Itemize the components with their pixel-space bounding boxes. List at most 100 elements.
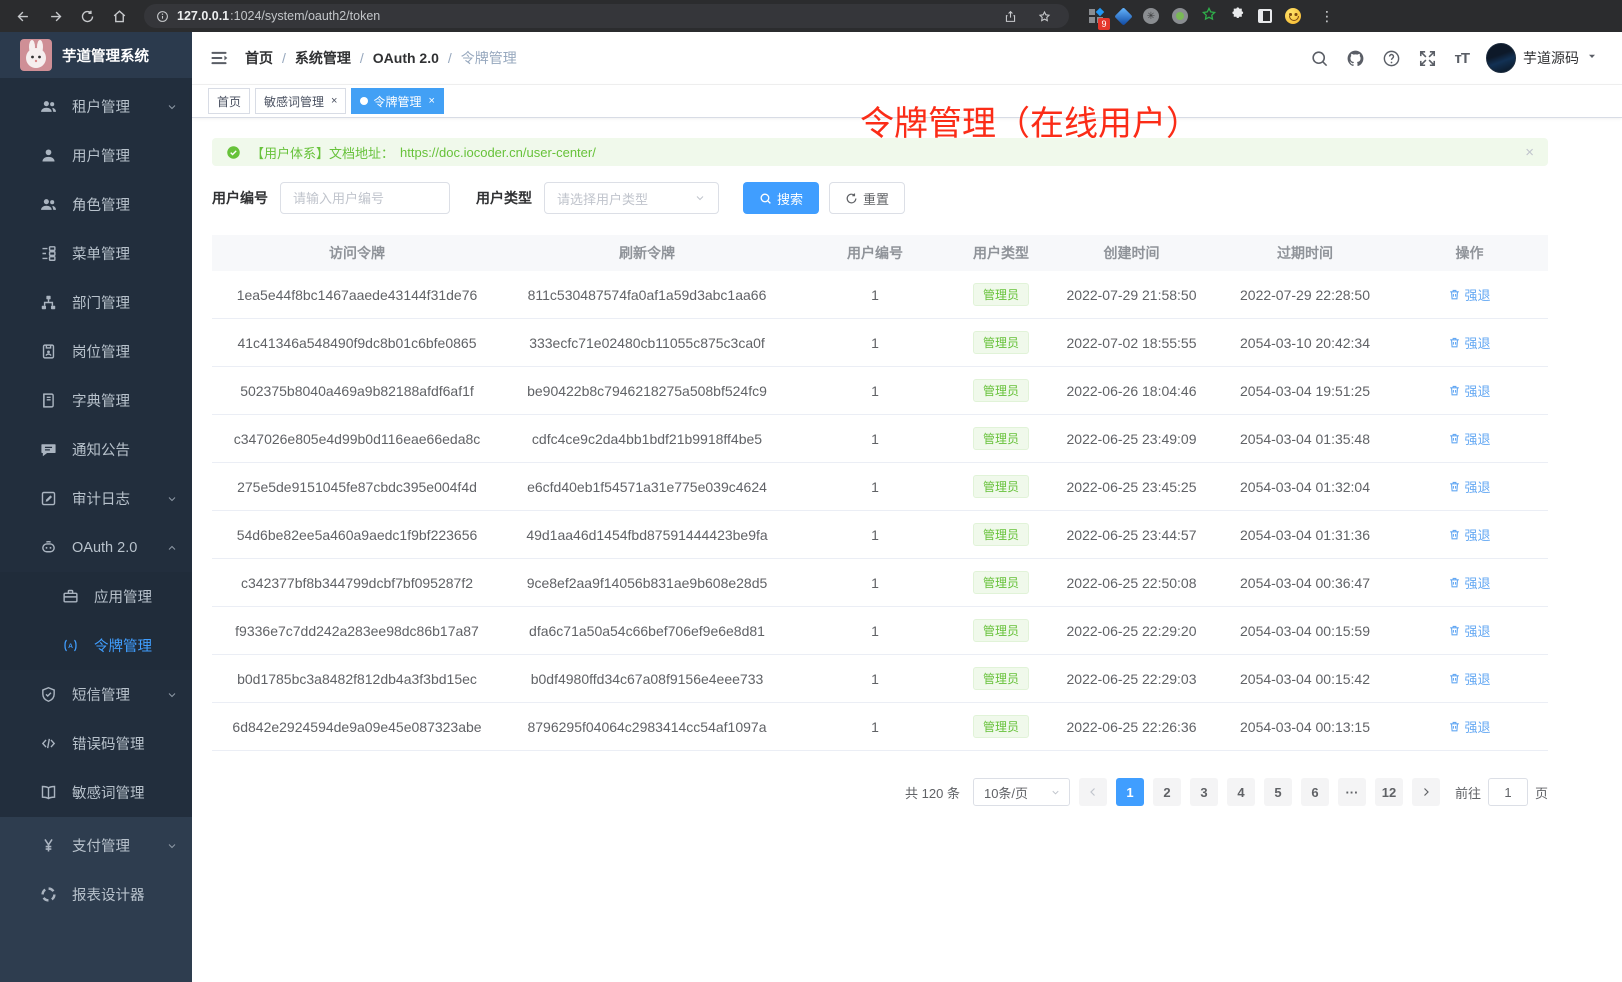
home-icon[interactable] bbox=[106, 3, 132, 29]
page-button-4[interactable]: 4 bbox=[1227, 778, 1255, 806]
gem-extension-icon[interactable] bbox=[1114, 7, 1132, 25]
force-logout-button[interactable]: 强退 bbox=[1448, 621, 1490, 640]
force-logout-button[interactable]: 强退 bbox=[1448, 477, 1490, 496]
user-type-select[interactable]: 请选择用户类型 bbox=[544, 182, 719, 214]
page-button-5[interactable]: 5 bbox=[1264, 778, 1292, 806]
sidebar-item-部门管理[interactable]: 部门管理 bbox=[0, 278, 192, 327]
cell-user-id: 1 bbox=[792, 335, 958, 351]
force-logout-button[interactable]: 强退 bbox=[1448, 717, 1490, 736]
sidebar-item-icon bbox=[40, 735, 57, 752]
sidebar-item-角色管理[interactable]: 角色管理 bbox=[0, 180, 192, 229]
table-row: c347026e805e4d99b0d116eae66eda8c cdfc4ce… bbox=[212, 415, 1548, 463]
tab-close-icon[interactable]: × bbox=[428, 95, 434, 107]
alert-close-icon[interactable]: × bbox=[1525, 144, 1534, 161]
side-panel-icon[interactable] bbox=[1258, 9, 1272, 23]
github-icon[interactable] bbox=[1346, 49, 1365, 68]
sidebar-item-菜单管理[interactable]: 菜单管理 bbox=[0, 229, 192, 278]
browser-toolbar: 127.0.0.1:1024/system/oauth2/token 9 ✳ ⋮ bbox=[0, 0, 1622, 32]
help-icon[interactable] bbox=[1382, 49, 1401, 68]
cell-access-token: 41c41346a548490f9dc8b01c6bfe0865 bbox=[212, 335, 502, 351]
avatar bbox=[1486, 43, 1516, 73]
bookmark-star-icon[interactable] bbox=[1031, 3, 1057, 29]
sidebar-item-OAuth 2.0[interactable]: OAuth 2.0 bbox=[0, 523, 192, 572]
tab-label: 敏感词管理 bbox=[264, 93, 324, 110]
sidebar-item-应用管理[interactable]: 应用管理 bbox=[0, 572, 192, 621]
cell-access-token: f9336e7c7dd242a283ee98dc86b17a87 bbox=[212, 623, 502, 639]
sidebar-item-错误码管理[interactable]: 错误码管理 bbox=[0, 719, 192, 768]
user-id-input[interactable] bbox=[280, 182, 450, 214]
command-extension-icon[interactable]: ✳ bbox=[1143, 8, 1159, 24]
address-bar[interactable]: 127.0.0.1:1024/system/oauth2/token bbox=[144, 4, 1069, 28]
cell-expire-time: 2054-03-04 00:36:47 bbox=[1219, 575, 1391, 591]
page-ellipsis[interactable]: ··· bbox=[1338, 778, 1366, 806]
sidebar-item-敏感词管理[interactable]: 敏感词管理 bbox=[0, 768, 192, 817]
sidebar-item-用户管理[interactable]: 用户管理 bbox=[0, 131, 192, 180]
tab-close-icon[interactable]: × bbox=[331, 95, 337, 107]
doc-link[interactable]: https://doc.iocoder.cn/user-center/ bbox=[400, 145, 596, 160]
cell-created-time: 2022-06-25 22:29:20 bbox=[1044, 623, 1219, 639]
user-menu[interactable]: 芋道源码 bbox=[1486, 43, 1598, 73]
cell-actions: 强退 bbox=[1391, 717, 1548, 736]
prev-page-button[interactable] bbox=[1079, 778, 1107, 806]
breadcrumb-item[interactable]: OAuth 2.0 bbox=[373, 50, 439, 66]
cell-user-type: 管理员 bbox=[958, 619, 1044, 642]
app-logo[interactable]: 芋道管理系统 bbox=[0, 32, 192, 78]
table-row: 41c41346a548490f9dc8b01c6bfe0865 333ecfc… bbox=[212, 319, 1548, 367]
force-logout-button[interactable]: 强退 bbox=[1448, 573, 1490, 592]
force-logout-button[interactable]: 强退 bbox=[1448, 429, 1490, 448]
sidebar-item-短信管理[interactable]: 短信管理 bbox=[0, 670, 192, 719]
share-icon[interactable] bbox=[997, 3, 1023, 29]
sidebar-item-审计日志[interactable]: 审计日志 bbox=[0, 474, 192, 523]
fullscreen-icon[interactable] bbox=[1418, 49, 1437, 68]
reload-icon[interactable] bbox=[74, 3, 100, 29]
forward-icon[interactable] bbox=[42, 3, 68, 29]
force-logout-button[interactable]: 强退 bbox=[1448, 525, 1490, 544]
logo-image bbox=[20, 39, 52, 71]
tag-view-令牌管理[interactable]: 令牌管理 × bbox=[351, 88, 443, 114]
jump-page-input[interactable] bbox=[1488, 778, 1528, 806]
browser-menu-icon[interactable]: ⋮ bbox=[1320, 8, 1334, 25]
force-logout-button[interactable]: 强退 bbox=[1448, 381, 1490, 400]
breadcrumb-item[interactable]: 系统管理 bbox=[295, 48, 351, 68]
navbar: 首页/系统管理/OAuth 2.0/令牌管理 ᴛT 芋道源码 bbox=[192, 32, 1622, 85]
next-page-button[interactable] bbox=[1412, 778, 1440, 806]
reset-button[interactable]: 重置 bbox=[829, 182, 905, 214]
force-logout-button[interactable]: 强退 bbox=[1448, 333, 1490, 352]
evernote-extension-icon[interactable] bbox=[1201, 6, 1217, 27]
site-info-icon[interactable] bbox=[156, 10, 169, 23]
force-logout-button[interactable]: 强退 bbox=[1448, 669, 1490, 688]
search-icon[interactable] bbox=[1310, 49, 1329, 68]
extensions-puzzle-icon[interactable] bbox=[1230, 6, 1245, 26]
trash-icon bbox=[1448, 672, 1461, 685]
page-button-3[interactable]: 3 bbox=[1190, 778, 1218, 806]
sidebar-item-字典管理[interactable]: 字典管理 bbox=[0, 376, 192, 425]
force-logout-button[interactable]: 强退 bbox=[1448, 285, 1490, 304]
sidebar-item-label: 应用管理 bbox=[94, 586, 178, 607]
sidebar-item-岗位管理[interactable]: 岗位管理 bbox=[0, 327, 192, 376]
breadcrumb-item[interactable]: 首页 bbox=[245, 48, 273, 68]
page-button-1[interactable]: 1 bbox=[1116, 778, 1144, 806]
cell-expire-time: 2054-03-04 00:15:59 bbox=[1219, 623, 1391, 639]
back-icon[interactable] bbox=[10, 3, 36, 29]
alert-text: 【用户体系】文档地址： bbox=[251, 143, 394, 162]
sidebar-item-报表设计器[interactable]: 报表设计器 bbox=[0, 870, 192, 919]
tag-view-敏感词管理[interactable]: 敏感词管理 × bbox=[255, 88, 346, 114]
profile-emoji-icon[interactable] bbox=[1285, 8, 1301, 24]
font-size-icon[interactable]: ᴛT bbox=[1454, 50, 1469, 67]
sidebar-item-租户管理[interactable]: 租户管理 bbox=[0, 82, 192, 131]
page-button-6[interactable]: 6 bbox=[1301, 778, 1329, 806]
trash-icon bbox=[1448, 480, 1461, 493]
column-header: 用户编号 bbox=[792, 243, 958, 263]
hamburger-icon[interactable] bbox=[209, 48, 229, 68]
page-size-select[interactable]: 10条/页 bbox=[973, 778, 1070, 806]
tag-view-首页[interactable]: 首页 bbox=[208, 88, 250, 114]
recorder-extension-icon[interactable] bbox=[1172, 8, 1188, 24]
page-button-2[interactable]: 2 bbox=[1153, 778, 1181, 806]
search-button[interactable]: 搜索 bbox=[743, 182, 819, 214]
page-button-12[interactable]: 12 bbox=[1375, 778, 1403, 806]
tab-manager-extension-icon[interactable]: 9 bbox=[1089, 9, 1104, 24]
cell-actions: 强退 bbox=[1391, 429, 1548, 448]
sidebar-item-通知公告[interactable]: 通知公告 bbox=[0, 425, 192, 474]
sidebar-item-支付管理[interactable]: 支付管理 bbox=[0, 821, 192, 870]
sidebar-item-令牌管理[interactable]: A 令牌管理 bbox=[0, 621, 192, 670]
